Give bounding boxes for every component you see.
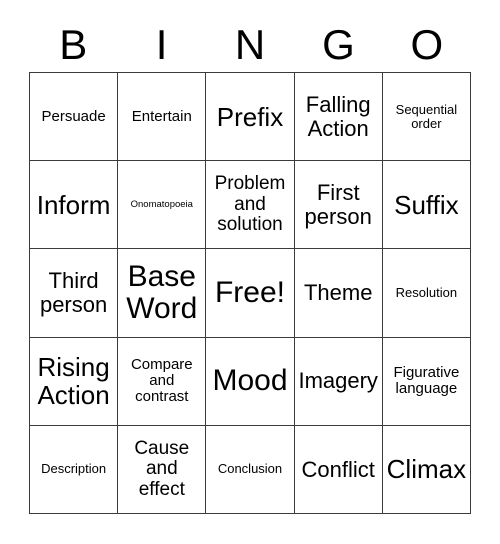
bingo-header-letter-i: I (155, 21, 168, 68)
bingo-cell-label: Falling Action (305, 91, 371, 141)
bingo-cell-r3-c4[interactable]: Theme (294, 249, 383, 338)
bingo-grid: Persuade Entertain Prefix Falling Action Seq… (29, 72, 471, 514)
bingo-cell-r2-c1[interactable]: Inform (30, 161, 119, 250)
bingo-cell-r5-c3[interactable]: Conclusion (206, 425, 295, 514)
bingo-cell-r5-c1[interactable]: Description (30, 425, 119, 514)
bingo-header: BINGO (29, 18, 471, 72)
bingo-cell-r3-c2[interactable]: Base Word (118, 249, 207, 338)
bingo-cell-label: Persuade (41, 107, 106, 125)
bingo-cell-r4-c3[interactable]: Mood (206, 337, 295, 426)
bingo-cell-r4-c2[interactable]: Compare and contrast (118, 337, 207, 426)
bingo-cell-r1-c2[interactable]: Entertain (118, 73, 207, 162)
bingo-cell-r2-c4[interactable]: First person (294, 161, 383, 250)
bingo-cell-r2-c5[interactable]: Suffix (382, 161, 471, 250)
bingo-cell-label: Rising Action (37, 352, 110, 411)
bingo-cell-r5-c5[interactable]: Climax (382, 425, 471, 514)
bingo-cell-label: Inform (36, 189, 111, 220)
bingo-cell-label: Description (41, 461, 107, 477)
bingo-cell-label: Cause and effect (134, 437, 190, 500)
bingo-cell-label: Figurative language (393, 364, 460, 398)
bingo-cell-r4-c5[interactable]: Figurative language (382, 337, 471, 426)
bingo-cell-r3-c1[interactable]: Third person (30, 249, 119, 338)
bingo-cell-label: Problem and solution (214, 173, 286, 236)
bingo-cell-label: Theme (303, 280, 373, 306)
bingo-cell-r2-c3[interactable]: Problem and solution (206, 161, 295, 250)
bingo-cell-r1-c5[interactable]: Sequential order (382, 73, 471, 162)
bingo-cell-label: Onomatopoeia (130, 198, 193, 210)
bingo-cell-label: First person (304, 180, 372, 229)
bingo-cell-label: Conflict (301, 456, 375, 482)
bingo-cell-r1-c3[interactable]: Prefix (206, 73, 295, 162)
bingo-cell-r3-c3[interactable]: Free! (206, 249, 295, 338)
bingo-cell-label: Entertain (131, 107, 192, 125)
bingo-cell-r4-c4[interactable]: Imagery (294, 337, 383, 426)
bingo-header-letter-n: N (234, 21, 266, 68)
bingo-cell-r1-c1[interactable]: Persuade (30, 73, 119, 162)
bingo-cell-r1-c4[interactable]: Falling Action (294, 73, 383, 162)
bingo-cell-label: Conclusion (217, 461, 283, 477)
bingo-cell-label: Climax (386, 454, 467, 485)
bingo-cell-label: Resolution (395, 284, 458, 300)
bingo-cell-label: Third person (39, 268, 108, 317)
bingo-cell-r3-c5[interactable]: Resolution (382, 249, 471, 338)
bingo-cell-label: Imagery (298, 368, 378, 394)
bingo-header-letter-g: G (322, 21, 355, 68)
bingo-cell-r5-c2[interactable]: Cause and effect (118, 425, 207, 514)
bingo-cell-r2-c2[interactable]: Onomatopoeia (118, 161, 207, 250)
bingo-cell-label: Prefix (216, 101, 284, 132)
bingo-cell-label: Compare and contrast (130, 355, 193, 406)
bingo-cell-label: Free! (214, 275, 285, 309)
bingo-cell-label: Sequential order (395, 101, 458, 131)
bingo-card: B I N G O Persuade Entertain Prefix Falling Act… (0, 0, 500, 544)
bingo-header-letter-o: O (410, 21, 444, 68)
bingo-cell-label: Mood (212, 364, 288, 397)
bingo-cell-r4-c1[interactable]: Rising Action (30, 337, 119, 426)
bingo-cell-label: Suffix (394, 189, 459, 220)
bingo-cell-r5-c4[interactable]: Conflict (294, 425, 383, 514)
bingo-cell-label: Base Word (126, 259, 198, 325)
bingo-header-letter-b: B (59, 21, 88, 68)
